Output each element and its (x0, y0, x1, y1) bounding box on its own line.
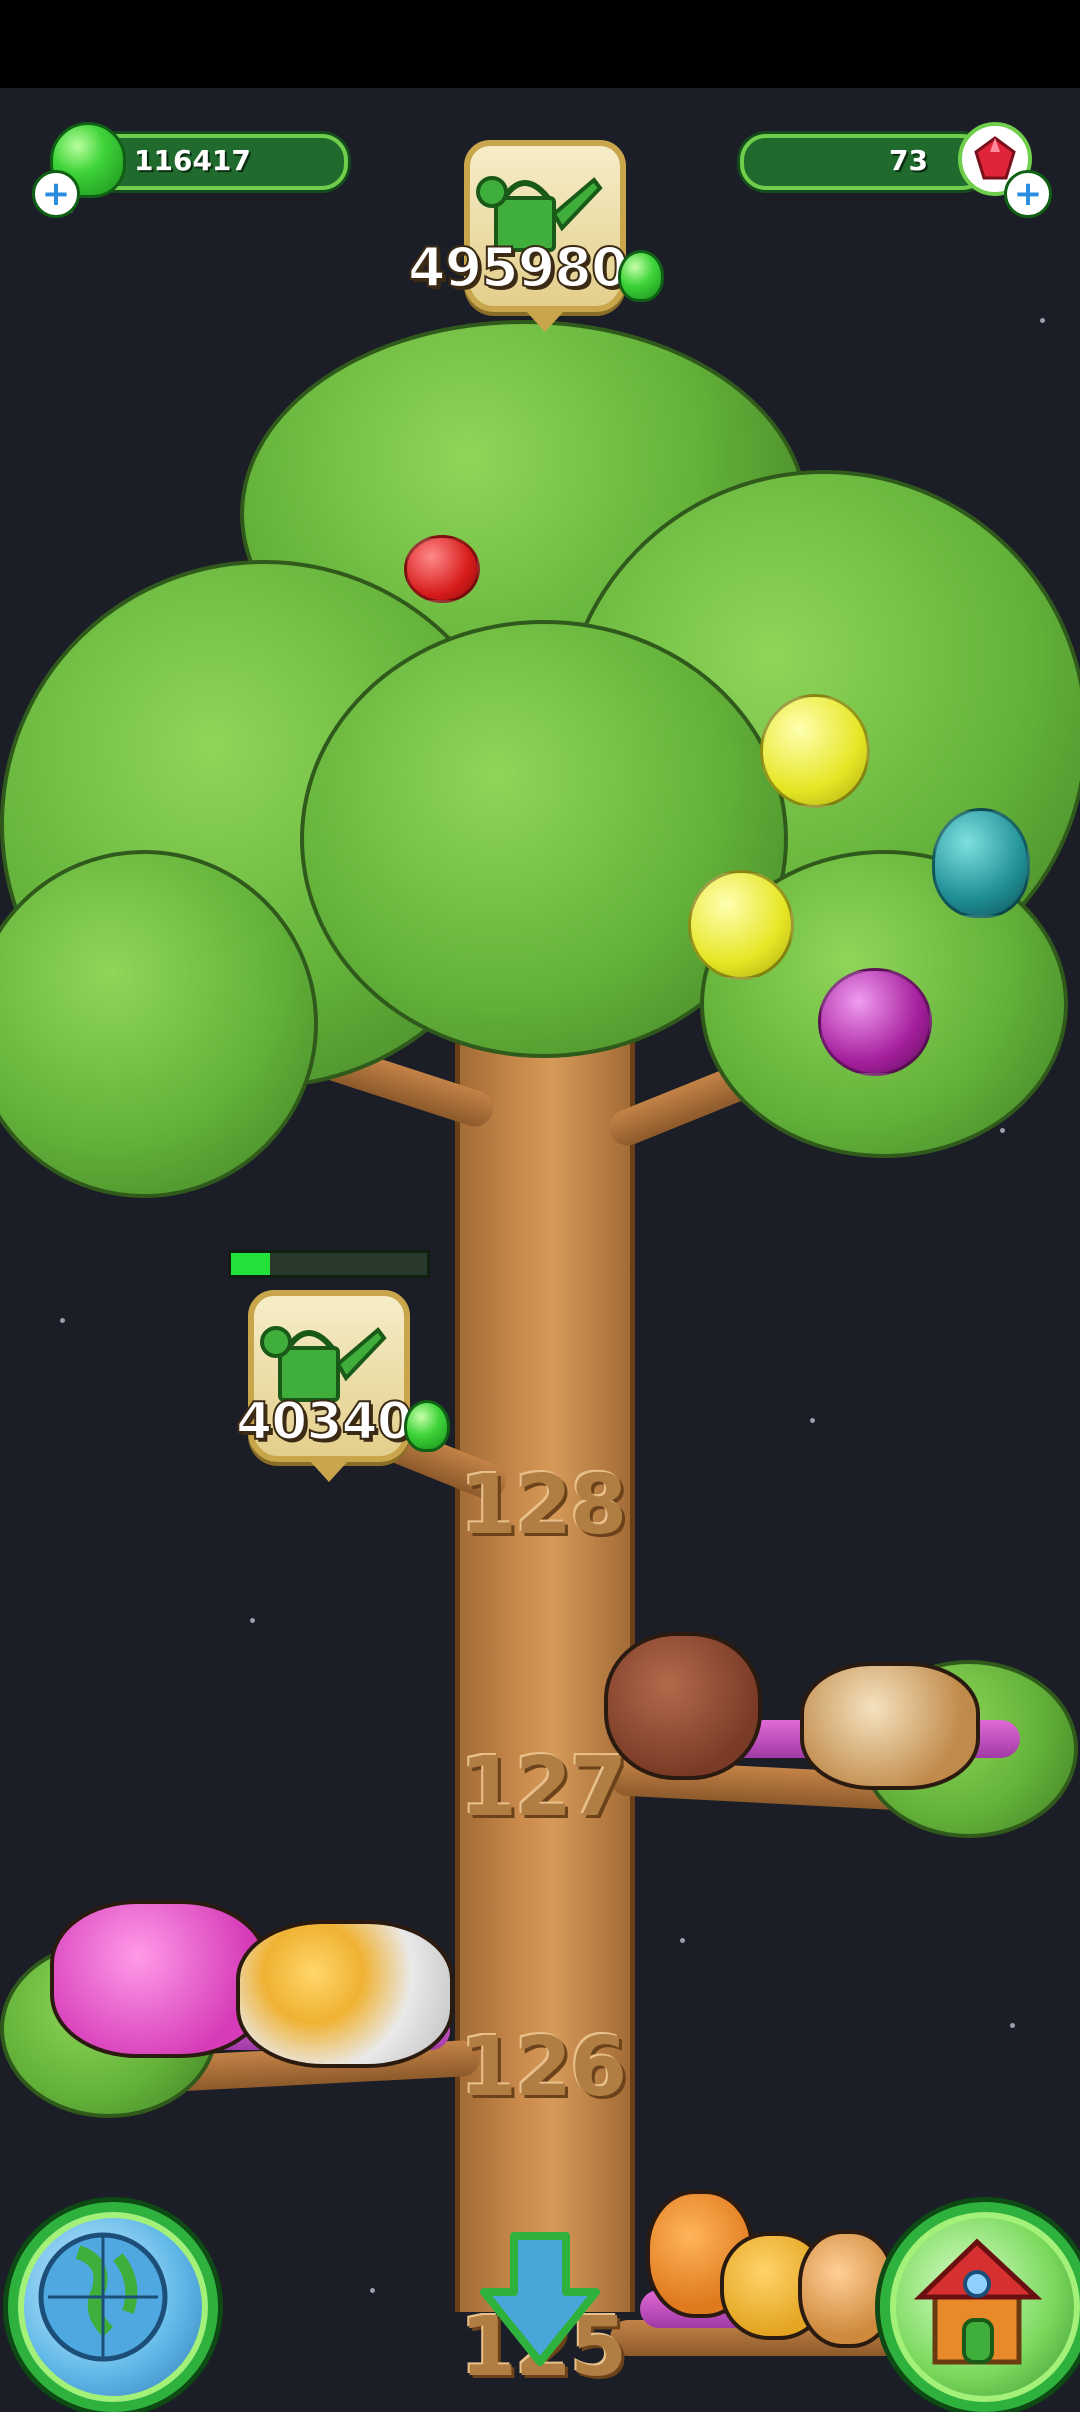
upgrade-progress-bar (228, 1250, 430, 1278)
scroll-down-button[interactable] (478, 2230, 602, 2370)
green-gem-icon (404, 1400, 450, 1452)
star (60, 1318, 65, 1323)
add-green-gems-button[interactable]: + (32, 170, 80, 218)
teal-fruit[interactable] (932, 808, 1030, 918)
level-upgrade-price: 40340 (235, 1391, 414, 1453)
globe-icon (38, 2232, 168, 2362)
house-icon (913, 2238, 1043, 2365)
pelican-animal[interactable] (236, 1920, 454, 2068)
yellow-fruit[interactable] (760, 694, 870, 808)
star (1010, 2023, 1015, 2028)
star (250, 1618, 255, 1623)
arrow-down-icon (480, 2232, 600, 2366)
plus-icon: + (1013, 174, 1043, 214)
status-bar (0, 0, 1080, 88)
green-gem-icon (618, 250, 664, 302)
red-gem-amount: 73 (889, 144, 928, 177)
green-gem-counter: 116417 (90, 134, 348, 190)
green-gem-amount: 116417 (134, 144, 251, 177)
world-map-button[interactable] (8, 2202, 218, 2412)
red-gem-counter: 73 (740, 134, 988, 190)
add-red-gems-button[interactable]: + (1004, 170, 1052, 218)
purple-fruit[interactable] (818, 968, 932, 1076)
star (1000, 1128, 1005, 1133)
level-number-127: 127 (460, 1740, 627, 1835)
plus-icon: + (41, 174, 71, 214)
upgrade-progress-fill (231, 1253, 271, 1275)
star (810, 1418, 815, 1423)
star (370, 2288, 375, 2293)
corgi-animal[interactable] (800, 1662, 980, 1790)
boar-animal[interactable] (604, 1632, 762, 1780)
top-upgrade-price: 495980 (407, 235, 629, 300)
yellow-fruit[interactable] (688, 870, 794, 980)
level-number-126: 126 (460, 2020, 627, 2115)
level-number-128: 128 (460, 1458, 627, 1553)
star (680, 1938, 685, 1943)
red-apple-fruit[interactable] (404, 535, 480, 603)
star (1040, 318, 1045, 323)
home-button[interactable] (880, 2202, 1080, 2412)
